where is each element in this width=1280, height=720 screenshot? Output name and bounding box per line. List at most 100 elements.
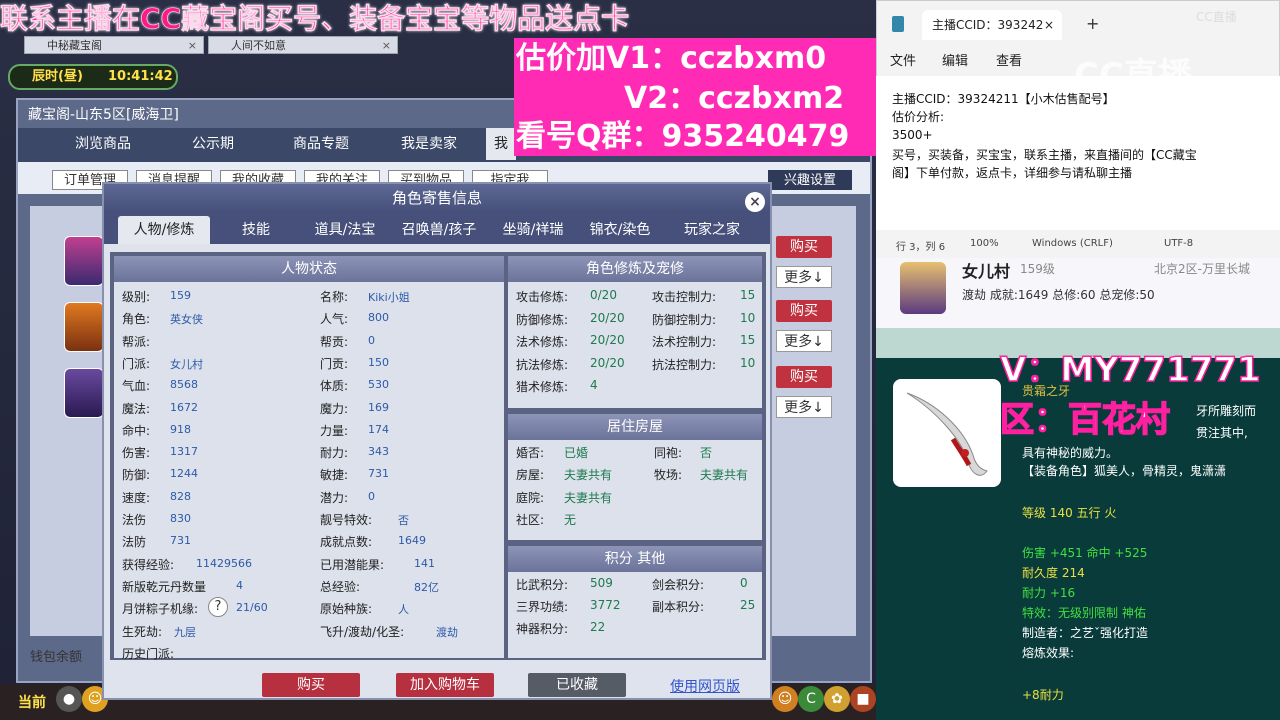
more-button[interactable]: 更多↓ (776, 396, 832, 418)
avatar[interactable] (64, 368, 104, 418)
item-level: 等级 140 五行 火 (1022, 506, 1117, 520)
avatar[interactable] (64, 236, 104, 286)
stat-label: 角色: (122, 312, 151, 327)
row-label: 房屋: (516, 468, 545, 483)
stat-label: 法伤 (122, 513, 147, 527)
stat-label: 气血: (122, 379, 151, 394)
stat-value: 1244 (170, 467, 198, 481)
close-icon[interactable]: × (382, 37, 391, 55)
stat-value: 渡劫 (436, 625, 458, 639)
tab-mine[interactable]: 我 (486, 128, 516, 160)
buy-button[interactable]: 购买 (776, 300, 832, 322)
row-label: 比武积分: (516, 578, 569, 592)
web-version-link[interactable]: 使用网页版 (670, 676, 740, 696)
row-value: 4 (590, 378, 598, 392)
item-roles: 【装备角色】狐美人，骨精灵，鬼潇潇 (1022, 464, 1227, 478)
microphone-icon[interactable]: ● (56, 686, 82, 712)
tab-browse[interactable]: 浏览商品 (58, 128, 148, 160)
tab-character[interactable]: 人物/修炼 (118, 216, 210, 244)
row-value: 10 (740, 355, 756, 370)
stat-label: 防御: (122, 468, 151, 483)
stat-label: 速度: (122, 490, 151, 505)
row-value: 0 (740, 576, 748, 590)
stat-label: 已用潜能果: (320, 557, 385, 572)
close-icon[interactable]: × (1044, 10, 1054, 40)
row-value: 夫妻共有 (700, 468, 749, 483)
smiley-icon[interactable]: ☺ (772, 686, 798, 712)
row-label: 剑会积分: (652, 578, 705, 592)
stat-value: 0 (368, 489, 375, 503)
row-value: 25 (740, 598, 756, 612)
stat-label: 帮贡: (320, 334, 349, 349)
collected-button[interactable]: 已收藏 (528, 673, 626, 697)
tab-mounts[interactable]: 坐骑/祥瑞 (490, 216, 576, 244)
row-value: 0/20 (590, 288, 617, 302)
avatar[interactable] (64, 302, 104, 352)
stat-value: 169 (368, 400, 389, 414)
tab-player-home[interactable]: 玩家之家 (666, 216, 758, 244)
contact-v2: V2：cczbxm2 (624, 81, 845, 116)
current-channel-label[interactable]: 当前 (18, 692, 46, 712)
stat-value: 800 (368, 311, 389, 325)
tab-pets[interactable]: 召唤兽/孩子 (392, 216, 486, 244)
row-label: 攻击修炼: (516, 290, 569, 304)
text-line: 买号，买装备，买宝宝，联系主播，来直播间的【CC藏宝 (892, 148, 1197, 162)
tab-seller[interactable]: 我是卖家 (384, 128, 474, 160)
row-label: 防御修炼: (516, 312, 569, 327)
close-icon[interactable]: × (188, 37, 197, 55)
tab-publicity[interactable]: 公示期 (168, 128, 258, 160)
menu-file[interactable]: 文件 (890, 50, 916, 69)
tab-outfits[interactable]: 锦衣/染色 (580, 216, 660, 244)
menu-view[interactable]: 查看 (996, 50, 1022, 69)
c-icon[interactable]: C (798, 686, 824, 712)
item-durability: 耐久度 214 (1022, 566, 1085, 580)
stat-value: 150 (368, 355, 389, 369)
row-value: 否 (700, 446, 713, 460)
add-to-cart-button[interactable]: 加入购物车 (396, 673, 494, 697)
stat-label: 门派: (122, 356, 151, 371)
stat-value: 530 (368, 378, 389, 392)
stat-value: 828 (170, 489, 191, 503)
interest-settings-button[interactable]: 兴趣设置 (768, 170, 852, 190)
tab-topics[interactable]: 商品专题 (276, 128, 366, 160)
menu-edit[interactable]: 编辑 (942, 50, 968, 69)
row-value: 无 (564, 512, 577, 527)
area-label: 区：百花村 (999, 399, 1171, 441)
more-button[interactable]: 更多↓ (776, 266, 832, 288)
row-value: 夫妻共有 (564, 490, 613, 505)
item-description: 贯注其中, (1196, 426, 1248, 440)
new-tab-icon[interactable]: + (1086, 14, 1099, 33)
stat-label: 帮派: (122, 334, 151, 349)
row-value: 10 (740, 310, 756, 325)
panel-title: 藏宝阁-山东5区[威海卫] (28, 107, 179, 123)
contact-box: 估价加V1：cczbxm0 V2：cczbxm2 看号Q群：935240479 (514, 38, 876, 156)
stat-label: 体质: (320, 379, 349, 394)
avatar (900, 262, 946, 314)
stat-label: 魔法: (122, 401, 151, 416)
row-label: 三界功绩: (516, 600, 569, 614)
buy-button[interactable]: 购买 (776, 236, 832, 258)
game-tab-1[interactable]: 中秘藏宝阁 × (24, 36, 204, 54)
stat-value: 8568 (170, 378, 198, 392)
tab-skills[interactable]: 技能 (216, 216, 296, 244)
buy-button[interactable]: 购买 (776, 366, 832, 388)
gift-icon[interactable]: ✿ (824, 686, 850, 712)
watermark-text: CC直播 (1196, 10, 1237, 24)
close-icon[interactable]: × (745, 192, 765, 212)
notepad-tab[interactable]: 主播CCID：393242 × (922, 10, 1062, 40)
game-tab-2[interactable]: 人间不如意 × (208, 36, 398, 54)
row-label: 抗法控制力: (652, 357, 717, 372)
help-icon[interactable]: ? (208, 597, 228, 617)
more-button[interactable]: 更多↓ (776, 330, 832, 352)
stat-value: 731 (368, 467, 389, 481)
player-name: 女儿村 (962, 262, 1011, 281)
stat-label: 飞升/渡劫/化圣: (320, 624, 405, 639)
row-label: 神器积分: (516, 622, 569, 636)
tab-items[interactable]: 道具/法宝 (302, 216, 388, 244)
clock-period: 辰时(昼) (32, 69, 83, 84)
item-smelt-value: +8耐力 (1022, 688, 1064, 702)
bag-icon[interactable]: ■ (850, 686, 876, 712)
stat-value: 21/60 (236, 601, 268, 615)
buy-button[interactable]: 购买 (262, 673, 360, 697)
text-line: 估价分析: (892, 110, 945, 124)
